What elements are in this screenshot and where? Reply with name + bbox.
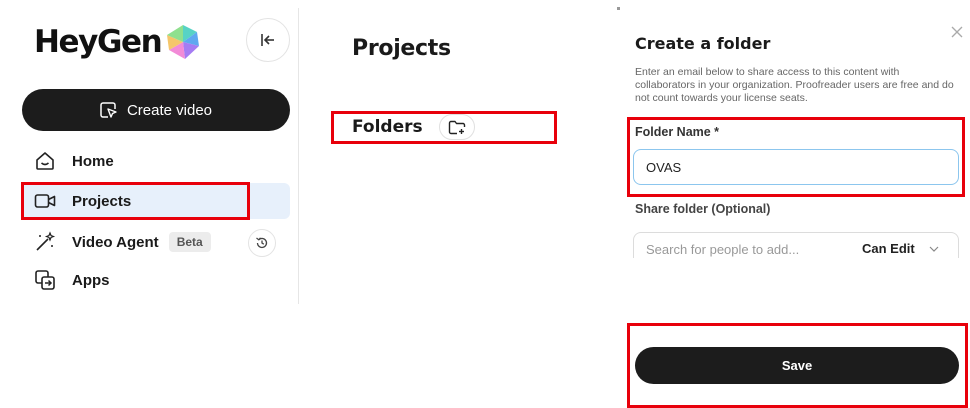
folders-label: Folders	[352, 117, 423, 137]
folder-name-input[interactable]	[633, 149, 959, 185]
chevron-down-icon	[929, 246, 939, 252]
share-folder-label: Share folder (Optional)	[635, 202, 771, 216]
apps-icon	[34, 269, 56, 291]
sidebar-item-projects[interactable]: Projects	[22, 183, 290, 219]
close-dialog-button[interactable]	[951, 23, 963, 41]
sidebar-item-label: Projects	[72, 192, 132, 210]
sidebar-item-apps[interactable]: Apps	[22, 262, 290, 298]
magic-wand-icon	[34, 231, 56, 253]
folder-name-label: Folder Name *	[635, 125, 720, 139]
folder-plus-icon	[448, 120, 465, 134]
dialog-description: Enter an email below to share access to …	[635, 66, 954, 104]
permission-value: Can Edit	[862, 241, 915, 256]
dialog-title: Create a folder	[635, 34, 771, 53]
sidebar-item-home[interactable]: Home	[22, 143, 290, 179]
brand-name: HeyGen	[34, 24, 163, 60]
heygen-logo-icon	[167, 25, 200, 59]
cursor-click-icon	[100, 101, 117, 119]
permission-select[interactable]: Can Edit	[862, 241, 939, 256]
beta-badge: Beta	[168, 232, 211, 252]
page-title: Projects	[352, 36, 451, 61]
corner-mark	[617, 7, 620, 10]
create-video-button[interactable]: Create video	[22, 89, 290, 131]
new-folder-button[interactable]	[438, 114, 475, 140]
collapse-left-icon	[261, 34, 274, 46]
sidebar-item-label: Apps	[72, 271, 110, 289]
sidebar-divider	[298, 8, 299, 304]
history-icon	[256, 237, 268, 249]
video-agent-history-button[interactable]	[248, 229, 276, 257]
create-video-label: Create video	[126, 101, 213, 119]
close-icon	[951, 26, 963, 38]
folders-section-header: Folders	[352, 114, 475, 140]
share-search-input[interactable]	[646, 242, 846, 257]
video-camera-icon	[34, 190, 56, 212]
share-folder-field: Can Edit	[633, 232, 959, 258]
collapse-sidebar-button[interactable]	[246, 18, 290, 62]
brand: HeyGen	[34, 22, 203, 62]
home-icon	[34, 150, 56, 172]
sidebar-item-label: Video Agent	[72, 233, 159, 251]
sidebar-item-label: Home	[72, 152, 114, 170]
save-button[interactable]: Save	[635, 347, 959, 384]
